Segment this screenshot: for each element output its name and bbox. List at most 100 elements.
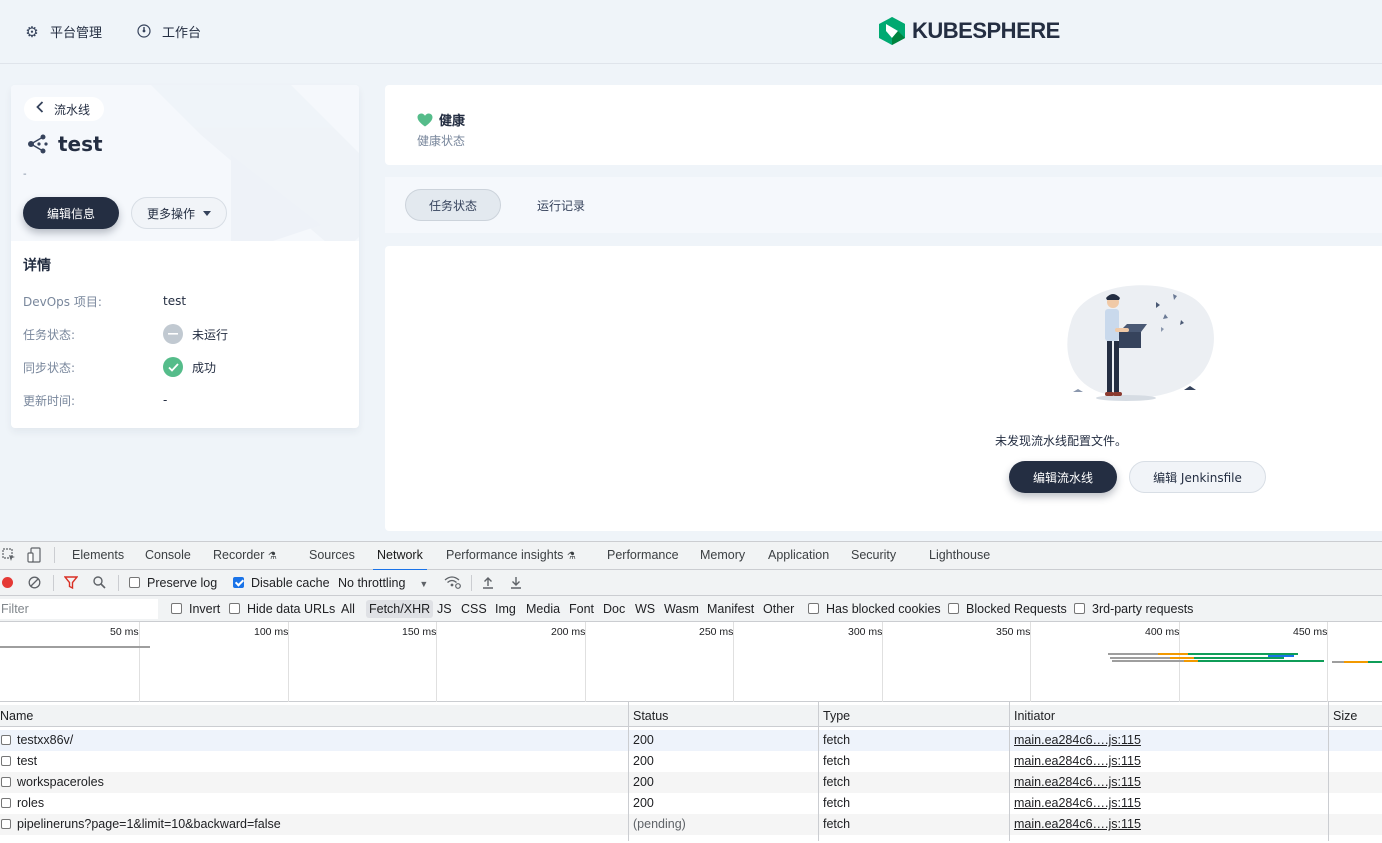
- row-checkbox[interactable]: [1, 756, 11, 766]
- type-filter-font[interactable]: Font: [569, 602, 594, 616]
- devtools-tab-console[interactable]: Console: [145, 548, 191, 562]
- row-checkbox[interactable]: [1, 735, 11, 745]
- type-filter-js[interactable]: JS: [437, 602, 452, 616]
- table-row[interactable]: test 200 fetch main.ea284c6….js:115: [0, 751, 1382, 772]
- type-filter-media[interactable]: Media: [526, 602, 560, 616]
- invert-checkbox[interactable]: [171, 603, 182, 614]
- type-filter-doc[interactable]: Doc: [603, 602, 625, 616]
- type-filter-css[interactable]: CSS: [461, 602, 487, 616]
- row-checkbox[interactable]: [1, 777, 11, 787]
- flask-icon: ⚗: [267, 551, 277, 562]
- table-row[interactable]: roles 200 fetch main.ea284c6….js:115: [0, 793, 1382, 814]
- devtools-tabs: Elements Console Recorder ⚗ Sources Netw…: [0, 542, 1382, 571]
- table-row[interactable]: testxx86v/ 200 fetch main.ea284c6….js:11…: [0, 730, 1382, 751]
- network-overview-timeline[interactable]: 50 ms 100 ms 150 ms 200 ms 250 ms 300 ms…: [0, 622, 1382, 702]
- detail-value: -: [163, 393, 168, 407]
- devtools-tab-sources[interactable]: Sources: [309, 548, 355, 562]
- devtools-tab-recorder-label: Recorder: [213, 548, 265, 562]
- hide-data-urls-checkbox[interactable]: [229, 603, 240, 614]
- devtools-tab-security[interactable]: Security: [851, 548, 896, 562]
- table-row[interactable]: pipelineruns?page=1&limit=10&backward=fa…: [0, 814, 1382, 835]
- type-filter-all[interactable]: All: [341, 602, 355, 616]
- record-icon[interactable]: [1, 576, 14, 592]
- row-checkbox[interactable]: [1, 798, 11, 808]
- invert-label: Invert: [189, 602, 221, 616]
- column-type[interactable]: Type: [823, 709, 850, 723]
- platform-management-link[interactable]: ⚙ 平台管理: [24, 22, 103, 42]
- column-name[interactable]: Name: [0, 709, 33, 723]
- has-blocked-cookies-checkbox[interactable]: [808, 603, 819, 614]
- devtools-tab-recorder[interactable]: Recorder ⚗: [213, 548, 277, 562]
- throttling-select[interactable]: No throttling ▼: [338, 576, 428, 590]
- request-type: fetch: [823, 796, 851, 810]
- edit-pipeline-button[interactable]: 编辑流水线: [1009, 461, 1117, 493]
- devtools-tab-elements[interactable]: Elements: [72, 548, 124, 562]
- devtools-tab-application[interactable]: Application: [768, 548, 829, 562]
- network-conditions-icon[interactable]: [444, 575, 461, 592]
- blocked-requests-checkbox[interactable]: [948, 603, 959, 614]
- dashboard-icon: [136, 23, 152, 40]
- separator: [471, 575, 472, 591]
- inspect-element-icon[interactable]: [2, 548, 16, 565]
- devtools-tab-memory[interactable]: Memory: [700, 548, 745, 562]
- edit-jenkinsfile-button[interactable]: 编辑 Jenkinsfile: [1129, 461, 1266, 493]
- type-filter-fetch-xhr[interactable]: Fetch/XHR: [366, 600, 434, 618]
- kubesphere-logo[interactable]: KUBESPHERE: [878, 16, 1060, 46]
- clear-icon[interactable]: [28, 576, 41, 592]
- type-filter-other[interactable]: Other: [763, 602, 794, 616]
- flask-icon: ⚗: [566, 551, 576, 562]
- tab-run-records[interactable]: 运行记录: [513, 189, 609, 221]
- request-initiator-link[interactable]: main.ea284c6….js:115: [1014, 733, 1141, 747]
- health-subtitle: 健康状态: [417, 134, 466, 148]
- type-filter-img[interactable]: Img: [495, 602, 516, 616]
- type-filter-ws[interactable]: WS: [635, 602, 655, 616]
- back-to-pipelines-button[interactable]: 流水线: [24, 97, 105, 121]
- request-name: test: [17, 754, 38, 768]
- workbench-link[interactable]: 工作台: [136, 22, 201, 41]
- device-toolbar-icon[interactable]: [27, 547, 41, 566]
- chevron-left-icon: [36, 101, 44, 117]
- filter-input[interactable]: Filter: [0, 599, 158, 619]
- devtools-tab-network[interactable]: Network: [373, 548, 427, 571]
- dropdown-arrow-icon: ▼: [419, 579, 429, 589]
- not-running-icon: [163, 324, 183, 344]
- column-divider[interactable]: [1328, 702, 1329, 841]
- preserve-log-label: Preserve log: [147, 576, 218, 590]
- devtools-tab-performance-insights-label: Performance insights: [446, 548, 564, 562]
- requests-table-header: Name Status Type Initiator Size: [0, 705, 1382, 727]
- export-har-icon[interactable]: [510, 576, 522, 592]
- column-status[interactable]: Status: [633, 709, 668, 723]
- row-checkbox[interactable]: [1, 819, 11, 829]
- disable-cache-checkbox[interactable]: [233, 577, 244, 588]
- type-filter-manifest[interactable]: Manifest: [707, 602, 754, 616]
- more-actions-button[interactable]: 更多操作: [131, 197, 227, 229]
- filter-icon[interactable]: [63, 576, 79, 592]
- column-divider[interactable]: [628, 702, 629, 841]
- separator: [54, 547, 55, 563]
- request-initiator-link[interactable]: main.ea284c6….js:115: [1014, 817, 1141, 831]
- request-initiator-link[interactable]: main.ea284c6….js:115: [1014, 775, 1141, 789]
- devtools-tab-lighthouse[interactable]: Lighthouse: [929, 548, 990, 562]
- third-party-requests-checkbox[interactable]: [1074, 603, 1085, 614]
- request-initiator-link[interactable]: main.ea284c6….js:115: [1014, 796, 1141, 810]
- type-filter-wasm[interactable]: Wasm: [664, 602, 699, 616]
- pipeline-icon: [28, 134, 48, 154]
- column-initiator[interactable]: Initiator: [1014, 709, 1055, 723]
- tab-task-status[interactable]: 任务状态: [405, 189, 501, 221]
- column-divider[interactable]: [1009, 702, 1010, 841]
- request-status: 200: [633, 775, 654, 789]
- column-size[interactable]: Size: [1333, 709, 1357, 723]
- devtools-tab-performance-insights[interactable]: Performance insights ⚗: [446, 548, 576, 562]
- preserve-log-checkbox[interactable]: [129, 577, 140, 588]
- column-divider[interactable]: [818, 702, 819, 841]
- import-har-icon[interactable]: [482, 576, 494, 592]
- request-initiator-link[interactable]: main.ea284c6….js:115: [1014, 754, 1141, 768]
- detail-value: 未运行: [192, 327, 229, 342]
- logo-text: KUBESPHERE: [912, 18, 1060, 43]
- devtools-tab-performance[interactable]: Performance: [607, 548, 679, 562]
- table-row[interactable]: workspaceroles 200 fetch main.ea284c6….j…: [0, 772, 1382, 793]
- pipeline-header: 流水线 test - 编辑信息 更多操作: [11, 85, 359, 241]
- edit-info-button[interactable]: 编辑信息: [23, 197, 119, 229]
- platform-management-label: 平台管理: [50, 26, 103, 41]
- search-icon[interactable]: [93, 576, 106, 592]
